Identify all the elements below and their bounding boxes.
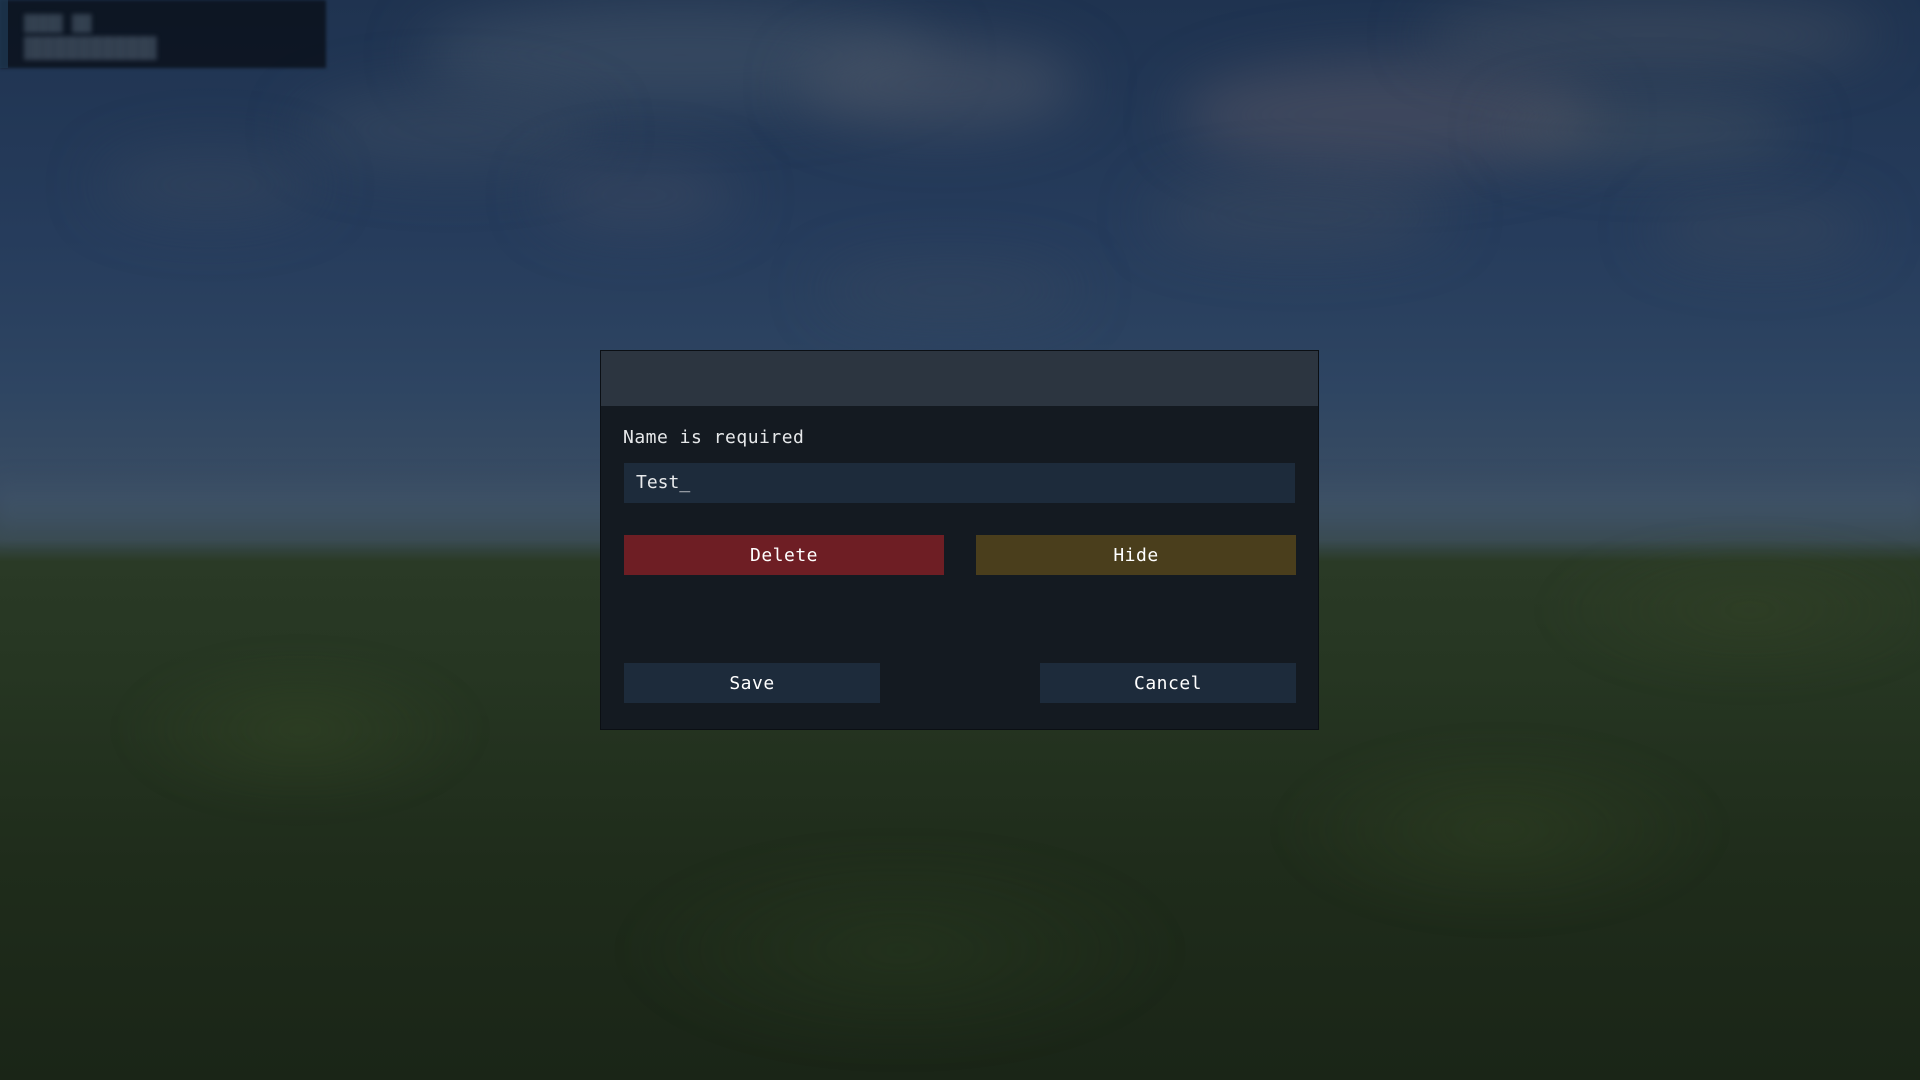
overlay-info-line-2: ███████████ [24,36,157,60]
cloud [300,90,600,170]
name-input[interactable] [624,463,1295,503]
dialog-header [601,351,1318,406]
edit-dialog: Name is required Delete Hide Save Cancel [600,350,1319,730]
cancel-button[interactable]: Cancel [1040,663,1296,703]
hide-button[interactable]: Hide [976,535,1296,575]
overlay-info-accent [0,0,8,68]
cloud [540,160,740,230]
overlay-info-line-1: ████ ██ [24,14,92,33]
cloud [820,260,1080,320]
cloud [1650,200,1870,260]
cloud [100,150,320,220]
cloud [800,40,1080,130]
delete-button[interactable]: Delete [624,535,944,575]
save-button[interactable]: Save [624,663,880,703]
cloud [1420,0,1880,70]
cloud [1150,180,1450,250]
validation-error-message: Name is required [623,427,805,448]
cloud [1500,100,1800,160]
